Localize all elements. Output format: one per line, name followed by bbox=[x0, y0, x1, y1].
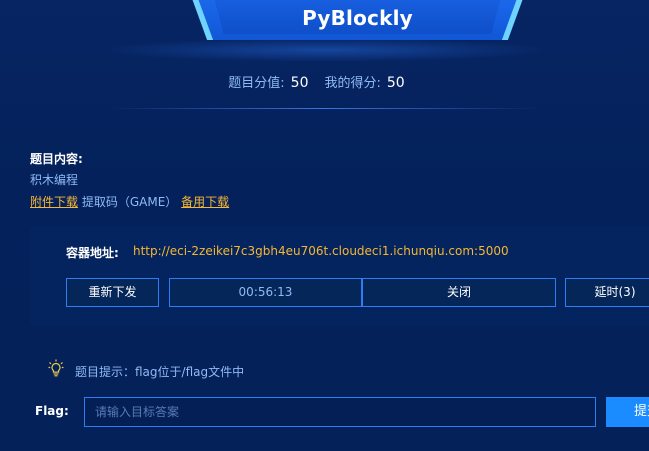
page-title: PyBlockly bbox=[302, 6, 413, 30]
submit-button[interactable]: 提交 bbox=[606, 397, 649, 427]
flag-input[interactable] bbox=[84, 397, 596, 427]
lightbulb-icon bbox=[48, 359, 64, 377]
total-score-value: 50 bbox=[290, 75, 309, 91]
extract-code-text: 提取码（GAME） bbox=[81, 195, 178, 209]
content-label: 题目内容: bbox=[30, 152, 83, 166]
score-line: 题目分值: 50 我的得分: 50 bbox=[0, 72, 649, 91]
container-address-label: 容器地址: bbox=[66, 246, 119, 260]
redeploy-button[interactable]: 重新下发 bbox=[66, 278, 159, 307]
extend-time-button[interactable]: 延时(3) bbox=[565, 278, 649, 307]
download-line: 附件下载 提取码（GAME） 备用下载 bbox=[30, 193, 229, 210]
content-text: 积木编程 bbox=[30, 173, 79, 187]
backup-download-link[interactable]: 备用下载 bbox=[181, 195, 229, 209]
hint-text: 题目提示：flag位于/flag文件中 bbox=[75, 365, 245, 379]
title-banner: PyBlockly bbox=[188, 0, 527, 42]
container-panel bbox=[30, 226, 649, 326]
container-address-url[interactable]: http://eci-2zeikei7c3gbh4eu706t.cloudeci… bbox=[133, 244, 509, 258]
total-score-label: 题目分值: bbox=[228, 76, 285, 91]
divider bbox=[110, 108, 540, 109]
flag-label: Flag: bbox=[35, 404, 69, 418]
challenge-page: PyBlockly 题目分值: 50 我的得分: 50 题目内容: 积木编程 附件下载… bbox=[0, 0, 649, 451]
my-score-value: 50 bbox=[386, 75, 405, 91]
countdown-timer: 00:56:13 bbox=[169, 278, 362, 307]
my-score-label: 我的得分: bbox=[324, 76, 381, 91]
attachment-download-link[interactable]: 附件下载 bbox=[30, 195, 78, 209]
close-container-button[interactable]: 关闭 bbox=[362, 278, 556, 307]
